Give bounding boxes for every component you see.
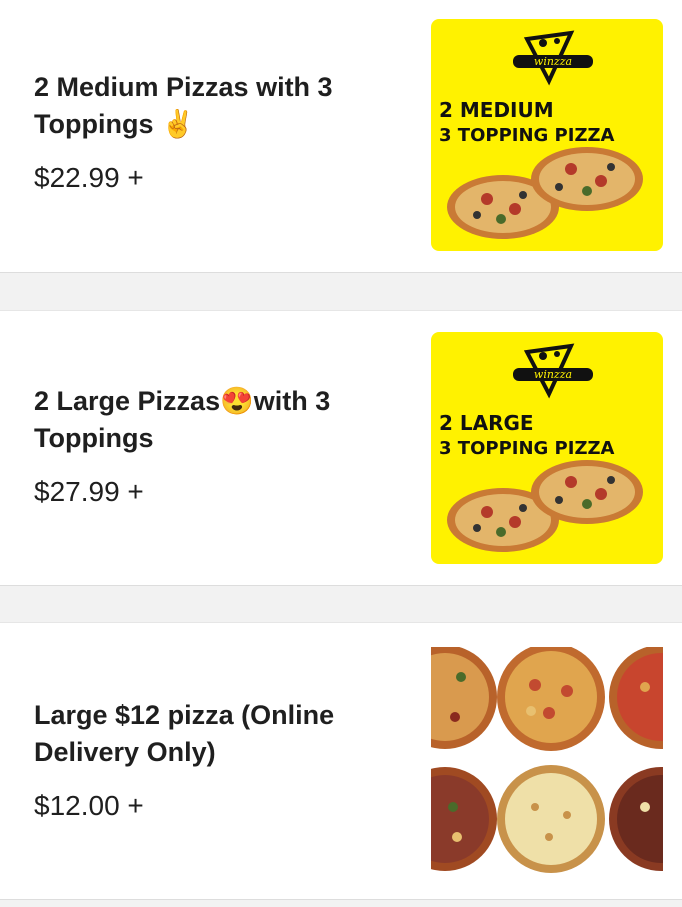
menu-item-card[interactable]: 2 Large Pizzas😍with 3 Toppings $27.99 + … xyxy=(0,310,682,586)
item-title-line: Delivery Only) xyxy=(34,737,216,767)
menu-item-card[interactable]: Large $12 pizza (Online Delivery Only) $… xyxy=(0,622,682,900)
item-price: $22.99 + xyxy=(34,162,144,193)
promo-line1: 2 LARGE xyxy=(439,411,534,435)
promo-line1: 2 MEDIUM xyxy=(439,98,554,122)
pizza-icon xyxy=(531,460,643,524)
pizza-grid-icon xyxy=(431,647,663,873)
item-title: Large $12 pizza (Online Delivery Only) xyxy=(34,697,404,771)
brand-text: winzza xyxy=(534,55,572,68)
item-title-line: Toppings xyxy=(34,423,154,453)
item-image[interactable] xyxy=(431,647,663,879)
item-title-line: 2 Large Pizzas😍with 3 xyxy=(34,386,331,416)
item-title: 2 Large Pizzas😍with 3 Toppings xyxy=(34,383,404,457)
pizza-icon xyxy=(531,147,643,211)
item-price: $27.99 + xyxy=(34,476,144,507)
winzza-logo: winzza xyxy=(513,343,593,399)
item-title: 2 Medium Pizzas with 3 Toppings ✌️ xyxy=(34,69,404,143)
pizza-promo-graphic: winzza 2 LARGE 3 TOPPING PIZZA xyxy=(439,343,643,552)
winzza-logo: winzza xyxy=(513,30,593,86)
item-image[interactable]: winzza 2 MEDIUM 3 TOPPING PIZZA xyxy=(431,19,663,251)
item-price: $12.00 + xyxy=(34,790,144,821)
promo-line2: 3 TOPPING PIZZA xyxy=(439,438,615,459)
menu-item-card[interactable]: 2 Medium Pizzas with 3 Toppings ✌️ $22.9… xyxy=(0,0,682,273)
item-title-line: 2 Medium Pizzas with 3 xyxy=(34,72,333,102)
brand-text: winzza xyxy=(534,368,572,381)
promo-line2: 3 TOPPING PIZZA xyxy=(439,125,615,146)
item-title-line: Toppings ✌️ xyxy=(34,109,195,139)
item-title-line: Large $12 pizza (Online xyxy=(34,700,335,730)
item-image[interactable]: winzza 2 LARGE 3 TOPPING PIZZA xyxy=(431,332,663,564)
pizza-promo-graphic: winzza 2 MEDIUM 3 TOPPING PIZZA xyxy=(439,30,643,239)
